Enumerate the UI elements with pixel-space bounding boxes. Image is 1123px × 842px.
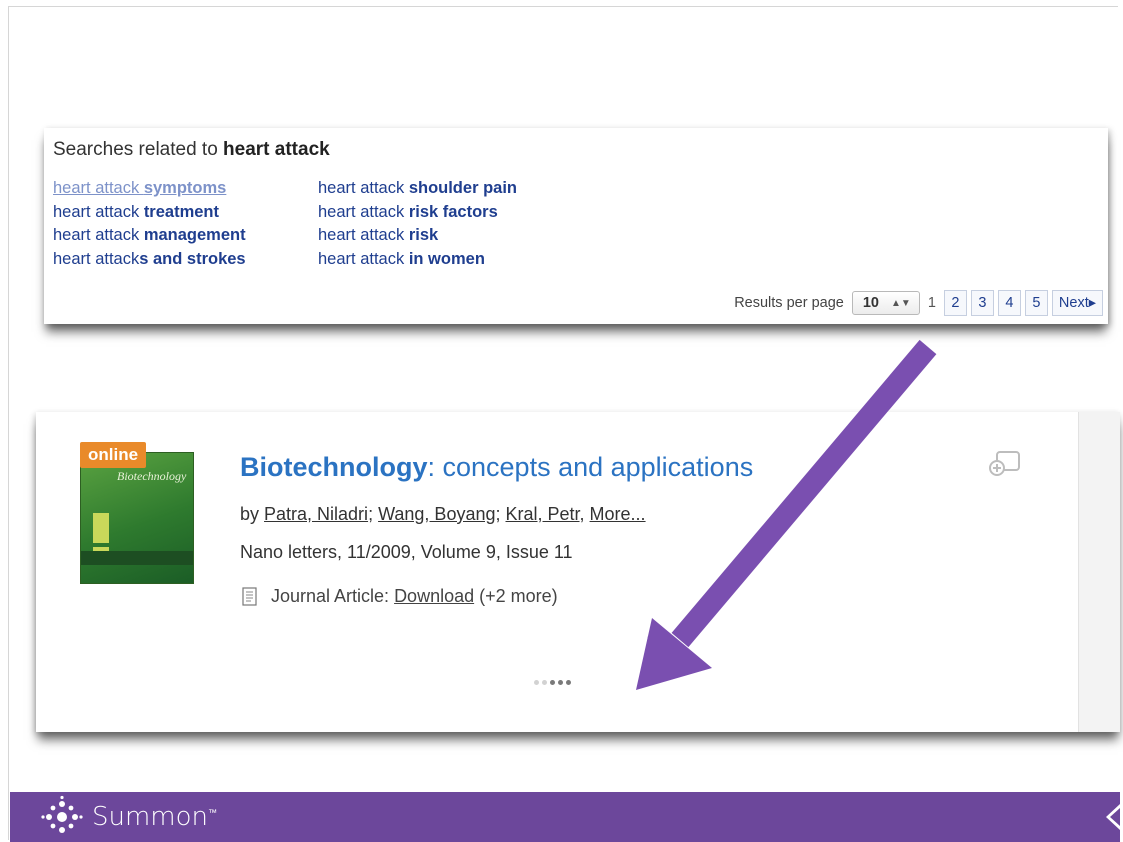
carousel-dot[interactable] <box>550 680 555 685</box>
online-badge: online <box>80 442 147 468</box>
result-publication: Nano letters, 11/2009, Volume 9, Issue 1… <box>240 542 573 562</box>
page-button-5[interactable]: 5 <box>1024 290 1048 316</box>
author-link[interactable]: Kral, Petr <box>506 504 580 524</box>
more-authors-link[interactable]: More... <box>590 504 646 524</box>
carousel-dots[interactable] <box>534 680 571 685</box>
next-page-button[interactable]: Next▸ <box>1051 290 1103 316</box>
result-format: Journal Article: Download (+2 more) <box>242 586 558 607</box>
pagination: Results per page 10 ▲▼ 1 2 3 4 5 Next▸ <box>734 288 1103 318</box>
result-title-link[interactable]: Biotechnology: concepts and applications <box>240 452 753 483</box>
carousel-dot[interactable] <box>566 680 571 685</box>
summon-footer-bar: Summon™ <box>10 792 1120 842</box>
results-per-page-value: 10 <box>862 295 879 311</box>
related-link-risk[interactable]: heart attack risk <box>318 224 517 248</box>
document-icon <box>242 587 257 606</box>
cover-title: Biotechnology <box>117 469 187 483</box>
author-link[interactable]: Wang, Boyang <box>378 504 495 524</box>
select-arrows-icon: ▲▼ <box>891 297 911 309</box>
related-link-in-women[interactable]: heart attack in women <box>318 248 517 272</box>
chevron-left-icon[interactable] <box>1102 804 1120 830</box>
page-button-2[interactable]: 2 <box>943 290 967 316</box>
results-per-page-label: Results per page <box>734 295 844 311</box>
related-link-symptoms[interactable]: heart attack symptoms <box>53 177 246 201</box>
related-column-2: heart attack shoulder pain heart attack … <box>318 177 517 271</box>
carousel-dot[interactable] <box>542 680 547 685</box>
result-card: Biotechnology online Biotechnology: conc… <box>36 412 1120 732</box>
summon-logo-icon <box>41 795 83 833</box>
summon-brand-text: Summon™ <box>92 802 218 832</box>
related-link-shoulder-pain[interactable]: heart attack shoulder pain <box>318 177 517 201</box>
related-column-1: heart attack symptoms heart attack treat… <box>53 177 246 271</box>
book-cover-image: Biotechnology <box>80 452 194 584</box>
result-thumbnail[interactable]: Biotechnology online <box>80 442 194 584</box>
current-page: 1 <box>927 295 936 311</box>
result-side-strip <box>1078 412 1120 732</box>
related-link-risk-factors[interactable]: heart attack risk factors <box>318 201 517 225</box>
results-per-page-select[interactable]: 10 ▲▼ <box>851 291 920 315</box>
carousel-dot[interactable] <box>534 680 539 685</box>
related-link-treatment[interactable]: heart attack treatment <box>53 201 246 225</box>
related-searches-panel: Searches related to heart attack heart a… <box>44 128 1108 324</box>
save-to-folder-icon[interactable] <box>984 446 1024 480</box>
result-authors: by Patra, Niladri; Wang, Boyang; Kral, P… <box>240 504 646 524</box>
carousel-dot[interactable] <box>558 680 563 685</box>
page-button-4[interactable]: 4 <box>997 290 1021 316</box>
related-link-management[interactable]: heart attack management <box>53 224 246 248</box>
related-link-strokes[interactable]: heart attacks and strokes <box>53 248 246 272</box>
page-button-3[interactable]: 3 <box>970 290 994 316</box>
author-link[interactable]: Patra, Niladri <box>264 504 368 524</box>
related-searches-list: heart attack symptoms heart attack treat… <box>53 177 1098 268</box>
related-searches-title: Searches related to heart attack <box>53 139 330 160</box>
download-link[interactable]: Download <box>394 586 474 606</box>
